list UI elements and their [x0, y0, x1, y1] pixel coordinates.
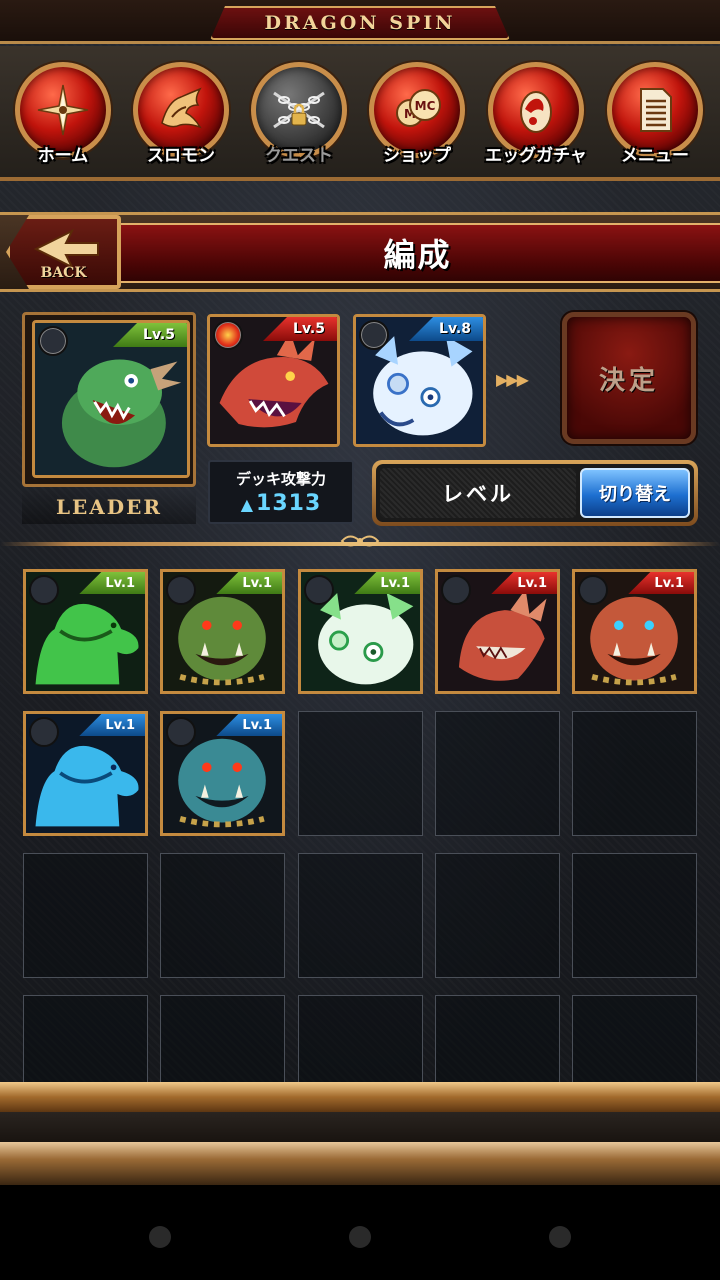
slot-4-circle [441, 575, 471, 605]
member-2-slot-circle [359, 320, 389, 350]
fire-element-icon [213, 320, 243, 350]
monster-inventory-grid: Lv.1 Lv.1 Lv.1 Lv.1 Lv.1 Lv.1 Lv.1 [23, 569, 698, 1120]
slot-1-circle [29, 575, 59, 605]
title-plate: DRAGON SPIN [210, 6, 510, 40]
empty-slot [435, 853, 560, 978]
deck-power-box: デッキ攻撃力 ▲1313 [208, 460, 354, 524]
bottom-frame [0, 1112, 720, 1142]
deck-power-value-row: ▲1313 [210, 491, 352, 516]
deck-power-label: デッキ攻撃力 [235, 470, 326, 488]
monster-slot-4[interactable]: Lv.1 [435, 569, 560, 694]
slot-3-circle [304, 575, 334, 605]
decide-label: 決定 [598, 365, 659, 396]
home-nav-icon[interactable] [349, 1226, 371, 1248]
main-nav: ホーム スロモン クエスト M MC ショップ エッグガチャ メニュー [0, 46, 720, 181]
empty-slot [572, 711, 697, 836]
nav-suromon[interactable]: スロモン [128, 62, 234, 168]
empty-slot [298, 853, 423, 978]
slot-7-circle [166, 717, 196, 747]
nav-shop[interactable]: M MC ショップ [364, 62, 470, 168]
page-header: 編成 BACK [0, 212, 720, 292]
header-plate: 編成 [115, 223, 720, 283]
decide-button[interactable]: 決定 [562, 312, 696, 444]
monster-slot-5[interactable]: Lv.1 [572, 569, 697, 694]
slot-2-circle [166, 575, 196, 605]
egg-icon [520, 91, 552, 133]
deck-area: Lv.5 LEADER Lv.5 Lv.8 ▶▶▶ 決定 デッキ攻撃力 ▲131… [0, 300, 720, 545]
back-label: BACK [40, 265, 87, 281]
nav-menu-label: メニュー [621, 146, 689, 166]
back-arrow-icon [33, 229, 99, 269]
nav-egg-gacha[interactable]: エッグガチャ [483, 62, 589, 168]
page-title: 編成 [383, 236, 452, 274]
leader-slot-circle [38, 326, 68, 356]
empty-slot [298, 711, 423, 836]
document-icon [640, 88, 672, 132]
nav-home[interactable]: ホーム [10, 62, 116, 168]
leader-label: LEADER [22, 490, 196, 524]
bottom-gold-band [0, 1142, 720, 1185]
slot-5-circle [578, 575, 608, 605]
deck-member-1[interactable]: Lv.5 [207, 314, 340, 447]
nav-home-label: ホーム [37, 146, 89, 166]
monster-slot-2[interactable]: Lv.1 [160, 569, 285, 694]
svg-text:MC: MC [415, 99, 436, 113]
divider-ornament-icon [340, 535, 380, 547]
empty-slot [435, 711, 560, 836]
compass-icon [37, 84, 89, 136]
deck-arrows: ▶▶▶ [496, 370, 529, 389]
power-up-icon: ▲ [240, 495, 255, 514]
sort-toggle-button[interactable]: 切り替え [580, 468, 690, 518]
nav-menu[interactable]: メニュー [602, 62, 708, 168]
game-screen: DRAGON SPIN ホーム スロモン クエスト M MC ショップ エッグガ… [0, 0, 720, 1185]
sort-level-label: レベル [380, 468, 576, 518]
nav-shop-label: ショップ [383, 146, 451, 166]
nav-suromon-label: スロモン [147, 146, 215, 166]
title-bar: DRAGON SPIN [0, 0, 720, 44]
nav-egg-gacha-label: エッグガチャ [485, 146, 587, 166]
monster-slot-1[interactable]: Lv.1 [23, 569, 148, 694]
chained-lock-icon [273, 91, 325, 129]
slot-6-circle [29, 717, 59, 747]
empty-slot [572, 853, 697, 978]
dragon-emblem-icon [161, 87, 202, 129]
empty-slot [23, 853, 148, 978]
game-title: DRAGON SPIN [264, 12, 456, 34]
coin-icon: M MC [396, 89, 441, 127]
deck-power-value: 1313 [256, 491, 322, 516]
back-button[interactable]: BACK [6, 215, 121, 289]
monster-slot-6[interactable]: Lv.1 [23, 711, 148, 836]
nav-quest[interactable]: クエスト [246, 62, 352, 168]
deck-member-2[interactable]: Lv.8 [353, 314, 486, 447]
nav-quest-label: クエスト [265, 146, 333, 166]
back-nav-icon[interactable] [149, 1226, 171, 1248]
recent-apps-icon[interactable] [549, 1226, 571, 1248]
monster-slot-7[interactable]: Lv.1 [160, 711, 285, 836]
sort-control: レベル 切り替え [372, 460, 698, 526]
empty-slot [160, 853, 285, 978]
bottom-ornament-bar [0, 1082, 720, 1112]
leader-card[interactable]: Lv.5 [32, 320, 190, 478]
monster-slot-3[interactable]: Lv.1 [298, 569, 423, 694]
